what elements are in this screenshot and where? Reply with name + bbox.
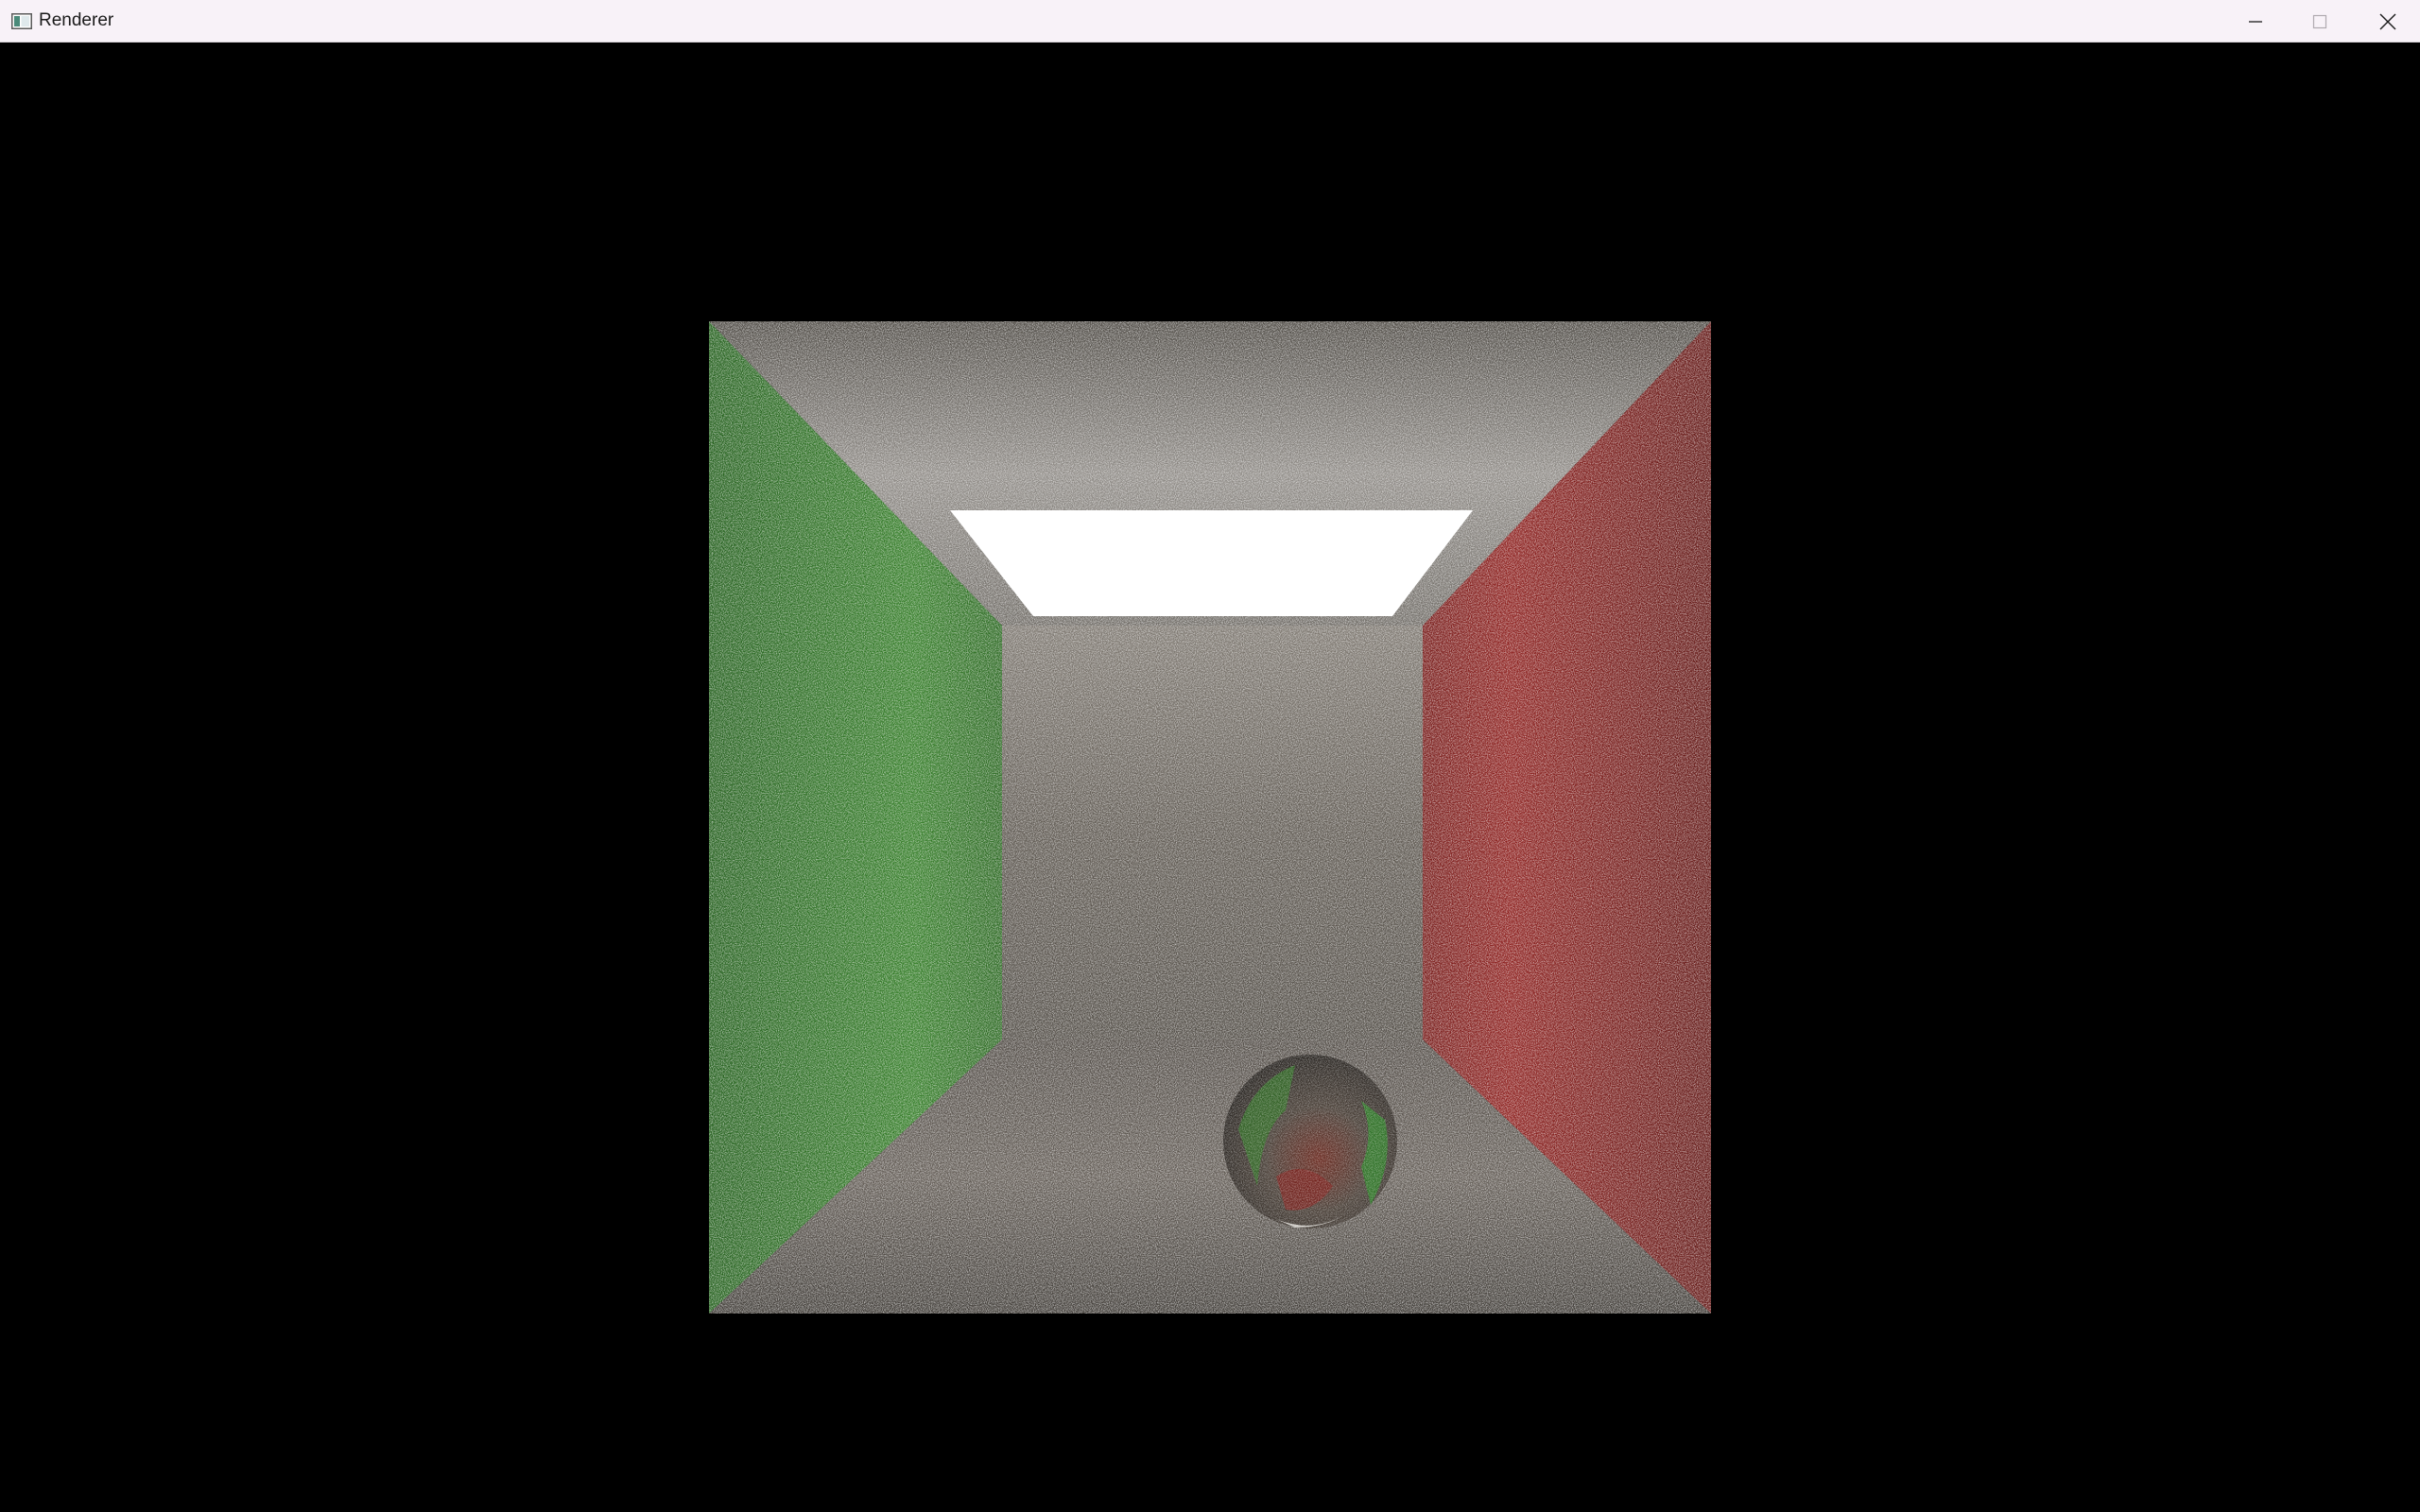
- render-client-area: [0, 43, 2420, 1512]
- rendered-scene: [709, 279, 1711, 1314]
- minimize-button[interactable]: [2223, 0, 2288, 43]
- close-icon: [2379, 13, 2396, 30]
- maximize-button[interactable]: [2288, 0, 2352, 43]
- title-bar[interactable]: Renderer: [0, 0, 2420, 43]
- renderer-window: Renderer: [0, 0, 2420, 1512]
- area-light: [950, 510, 1473, 616]
- minimize-icon: [2248, 14, 2263, 29]
- app-window-icon: [11, 13, 32, 29]
- close-button[interactable]: [2356, 0, 2420, 43]
- maximize-icon: [2312, 14, 2327, 29]
- window-title: Renderer: [39, 10, 114, 30]
- glass-sphere: [1223, 1055, 1397, 1228]
